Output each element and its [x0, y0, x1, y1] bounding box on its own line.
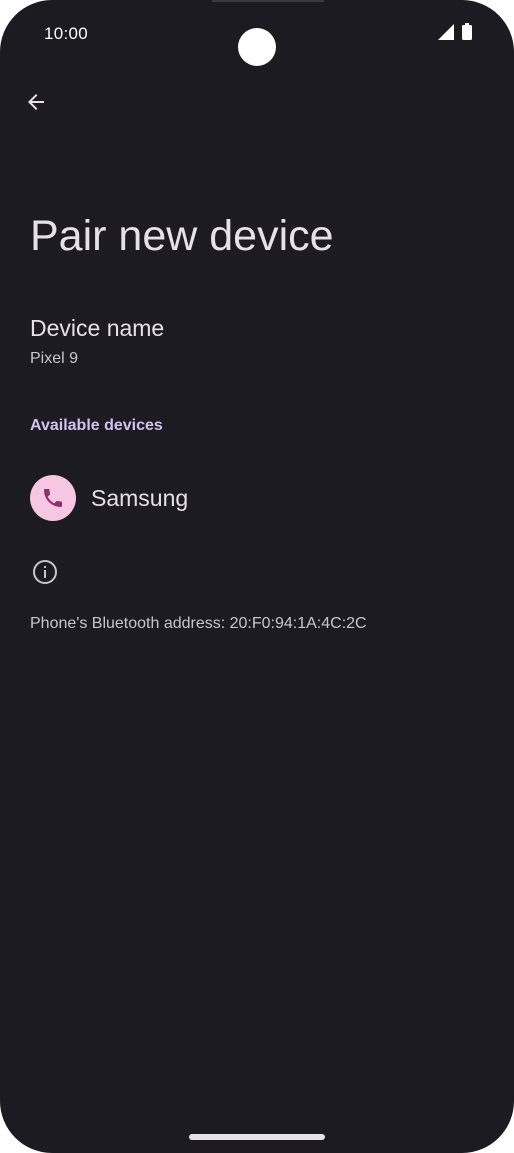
navigation-handle[interactable] — [189, 1134, 325, 1140]
phone-icon — [44, 489, 62, 507]
camera-cutout — [238, 28, 276, 66]
page-title: Pair new device — [30, 212, 334, 260]
phone-screen: 10:00 Pair new device Device name Pixel … — [0, 0, 514, 1153]
signal-icon — [438, 23, 454, 45]
info-icon — [33, 560, 57, 584]
status-bar: 10:00 — [0, 0, 514, 70]
battery-icon — [462, 23, 472, 45]
device-name-setting[interactable]: Device name Pixel 9 — [30, 312, 490, 370]
device-avatar — [30, 475, 76, 521]
available-devices-header: Available devices — [30, 417, 163, 434]
bluetooth-address-text: Phone's Bluetooth address: 20:F0:94:1A:4… — [30, 615, 367, 632]
arrow-back-icon — [28, 94, 44, 110]
status-time: 10:00 — [44, 24, 89, 43]
device-name-value: Pixel 9 — [30, 350, 79, 367]
status-icons — [438, 23, 472, 45]
device-item-label: Samsung — [91, 484, 189, 511]
device-item-samsung[interactable]: Samsung — [30, 474, 490, 522]
device-name-label: Device name — [30, 315, 165, 341]
back-button[interactable] — [16, 82, 56, 122]
